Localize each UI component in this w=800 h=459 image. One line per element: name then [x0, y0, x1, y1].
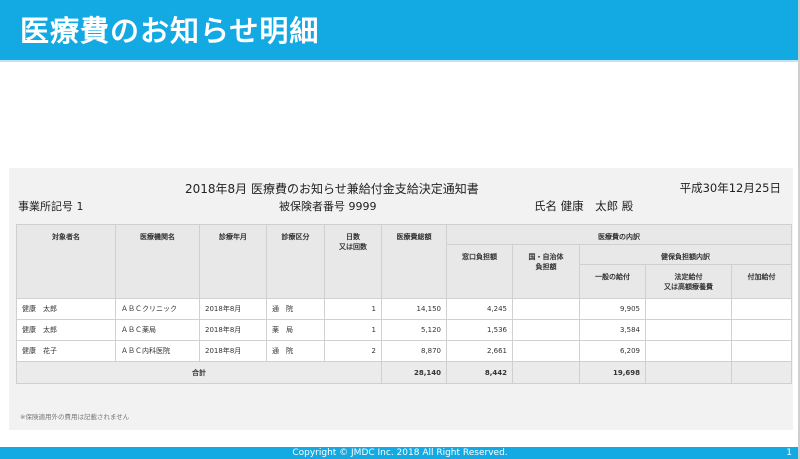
- cell-statutory: [645, 340, 732, 362]
- cell-category: 通 院: [266, 298, 325, 320]
- cell-institution: ＡＢＣクリニック: [115, 298, 200, 320]
- col-header-institution: 医療機関名: [115, 224, 200, 299]
- col-header-general: 一般の給付: [579, 264, 646, 299]
- cell-month: 2018年8月: [199, 319, 267, 341]
- cell-institution: ＡＢＣ薬局: [115, 319, 200, 341]
- cell-general: 3,584: [579, 319, 646, 341]
- col-header-total: 医療費総額: [381, 224, 447, 299]
- cell-total: 14,150: [381, 298, 447, 320]
- header-divider: [0, 60, 800, 62]
- footnote: ※保険適用外の費用は記載されません: [20, 413, 130, 421]
- table-row: 健康 花子 ＡＢＣ内科医院 2018年8月 通 院 2 8,870 2,661 …: [16, 340, 793, 362]
- cell-additional: [730, 340, 793, 362]
- cell-public: [512, 319, 580, 341]
- cell-general: 9,905: [579, 298, 646, 320]
- cell-public: [512, 340, 580, 362]
- table-row: 健康 太郎 ＡＢＣクリニック 2018年8月 通 院 1 14,150 4,24…: [16, 298, 793, 320]
- header-bar: 医療費のお知らせ明細: [0, 0, 800, 60]
- cell-days: 1: [324, 298, 382, 320]
- cell-category: 通 院: [266, 340, 325, 362]
- col-header-public: 国・自治体 負担額: [512, 244, 580, 299]
- document-date: 平成30年12月25日: [679, 181, 781, 195]
- total-general: 19,698: [579, 361, 646, 384]
- cell-general: 6,209: [579, 340, 646, 362]
- cell-additional: [730, 319, 793, 341]
- col-header-window: 窓口負担額: [446, 244, 513, 299]
- office-code: 事業所記号 1: [18, 200, 84, 213]
- col-header-person: 対象者名: [16, 224, 116, 299]
- total-amount: 28,140: [381, 361, 447, 384]
- footer-bar: Copyright © JMDC Inc. 2018 All Right Res…: [0, 447, 800, 459]
- cell-total: 8,870: [381, 340, 447, 362]
- insured-number: 被保険者番号 9999: [279, 200, 377, 213]
- total-statutory: [645, 361, 732, 384]
- col-header-category: 診療区分: [266, 224, 325, 299]
- total-row: 合計 28,140 8,442 19,698: [16, 361, 793, 384]
- total-window: 8,442: [446, 361, 513, 384]
- cell-statutory: [645, 298, 732, 320]
- col-header-statutory: 法定給付 又は高額療養費: [645, 264, 732, 299]
- col-header-breakdown: 医療費の内訳: [445, 224, 793, 245]
- cell-statutory: [645, 319, 732, 341]
- cell-days: 1: [324, 319, 382, 341]
- page-title: 医療費のお知らせ明細: [20, 14, 320, 48]
- cell-window: 4,245: [446, 298, 513, 320]
- cell-additional: [730, 298, 793, 320]
- statement-document: 2018年8月 医療費のお知らせ兼給付金支給決定通知書 平成30年12月25日 …: [9, 168, 793, 430]
- col-header-insurance: 健保負担額内訳: [578, 244, 793, 265]
- cell-public: [512, 298, 580, 320]
- cell-window: 2,661: [446, 340, 513, 362]
- medical-expense-table: 対象者名 医療機関名 診療年月 診療区分 日数 又は回数 医療費総額 医療費の内…: [16, 224, 793, 384]
- col-header-additional: 付加給付: [730, 264, 793, 299]
- table-row: 健康 太郎 ＡＢＣ薬局 2018年8月 薬 局 1 5,120 1,536 3,…: [16, 319, 793, 341]
- col-header-month: 診療年月: [199, 224, 267, 299]
- cell-total: 5,120: [381, 319, 447, 341]
- cell-person: 健康 太郎: [16, 319, 116, 341]
- total-label: 合計: [16, 361, 382, 384]
- col-header-days: 日数 又は回数: [324, 224, 382, 299]
- cell-person: 健康 花子: [16, 340, 116, 362]
- recipient-name: 氏名 健康 太郎 殿: [534, 199, 634, 213]
- copyright-text: Copyright © JMDC Inc. 2018 All Right Res…: [292, 448, 508, 458]
- total-public: [512, 361, 580, 384]
- cell-person: 健康 太郎: [16, 298, 116, 320]
- page-number: 1: [786, 448, 792, 458]
- cell-window: 1,536: [446, 319, 513, 341]
- cell-category: 薬 局: [266, 319, 325, 341]
- cell-days: 2: [324, 340, 382, 362]
- cell-month: 2018年8月: [199, 298, 267, 320]
- cell-month: 2018年8月: [199, 340, 267, 362]
- document-title: 2018年8月 医療費のお知らせ兼給付金支給決定通知書: [185, 182, 479, 196]
- total-additional: [730, 361, 793, 384]
- cell-institution: ＡＢＣ内科医院: [115, 340, 200, 362]
